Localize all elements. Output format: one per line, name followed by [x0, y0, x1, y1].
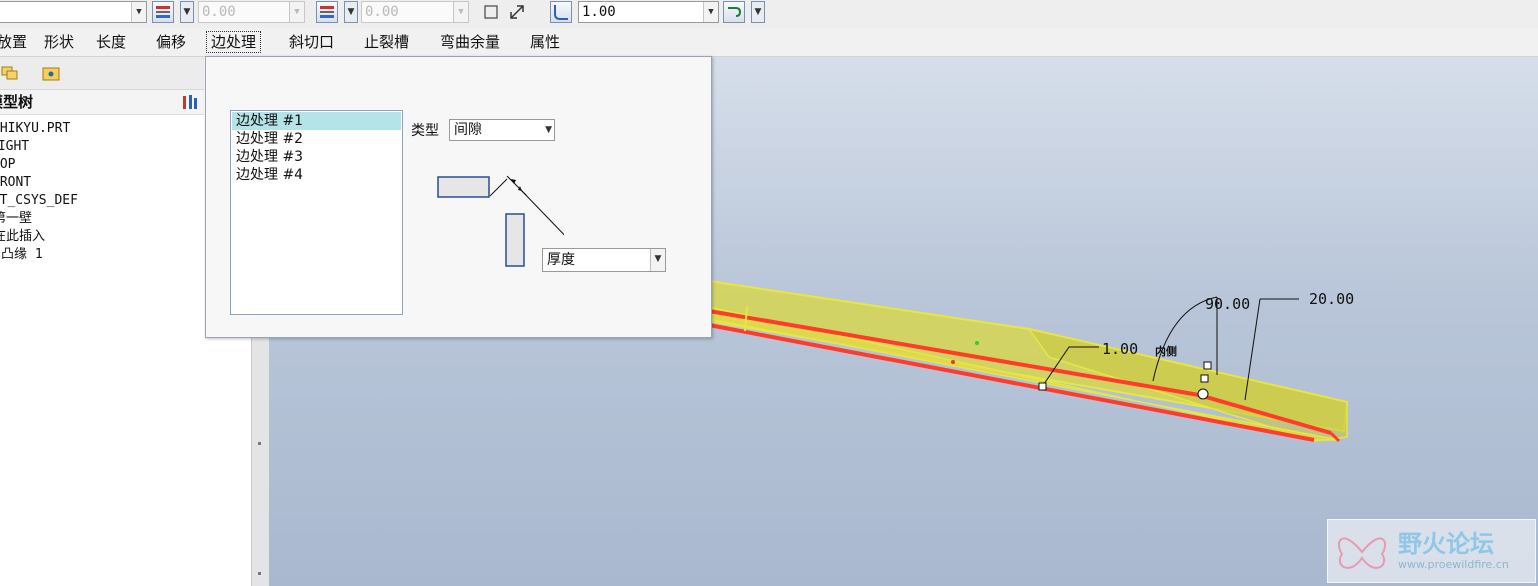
folder-browser-icon[interactable]	[41, 64, 61, 82]
chevron-down-icon[interactable]: ▼	[453, 2, 468, 22]
edge-treatment-list[interactable]: 边处理 #1 边处理 #2 边处理 #3 边处理 #4	[230, 110, 403, 315]
length-type-button[interactable]	[316, 1, 338, 23]
offset-value-1[interactable]: 0.00 ▼	[198, 1, 305, 23]
offset-value-2[interactable]: 0.00 ▼	[361, 1, 469, 23]
thickness-select[interactable]: 厚度 ▼	[542, 248, 666, 272]
bend-side-button[interactable]	[723, 1, 745, 23]
length-type-icon	[320, 6, 334, 18]
tab-miter-cut[interactable]: 斜切口	[289, 32, 334, 52]
tree-item-csys[interactable]: PRT_CSYS_DEF	[0, 192, 78, 210]
tab-length[interactable]: 长度	[96, 32, 126, 52]
tree-settings-icon[interactable]	[180, 92, 200, 119]
square-outline-icon	[484, 5, 498, 19]
layers-icon[interactable]	[0, 64, 20, 82]
tab-shape[interactable]: 形状	[44, 32, 74, 52]
edge-treatment-panel: 边处理 #1 边处理 #2 边处理 #3 边处理 #4 类型 间隙 ▼ 厚度 ▼	[205, 56, 712, 338]
offset-type-dropdown[interactable]: ▼	[180, 1, 194, 23]
chevron-down-icon[interactable]: ▼	[131, 2, 146, 22]
thickness-select-value: 厚度	[547, 252, 575, 268]
dim-thickness[interactable]: 1.00	[1102, 340, 1138, 358]
tree-item-first-wall[interactable]: 第一壁	[0, 210, 32, 228]
watermark-title: 野火论坛	[1398, 530, 1494, 558]
flip-direction-button[interactable]	[506, 1, 528, 23]
tree-item-front[interactable]: FRONT	[0, 174, 31, 192]
tree-item-flange[interactable]: 凸缘 1	[1, 246, 43, 264]
offset-value-1-text: 0.00	[202, 4, 236, 20]
tab-offset[interactable]: 偏移	[156, 32, 186, 52]
model-tree-title: 模型树	[0, 93, 34, 111]
chevron-down-icon[interactable]: ▼	[650, 249, 665, 271]
offset-type-icon	[156, 6, 170, 18]
tab-properties[interactable]: 属性	[530, 32, 560, 52]
type-label: 类型	[411, 123, 439, 139]
chevron-down-icon[interactable]: ▼	[545, 120, 552, 140]
radius-value-text: 1.00	[582, 4, 616, 20]
dashboard-tabs: 放置 形状 长度 偏移 边处理 斜切口 止裂槽 弯曲余量 属性	[0, 28, 1538, 57]
tree-item-right[interactable]: RIGHT	[0, 138, 29, 156]
radius-value-combo[interactable]: 1.00 ▼	[578, 1, 719, 23]
thickness-side-button[interactable]	[481, 1, 503, 23]
tab-placement[interactable]: 放置	[0, 32, 27, 52]
model-tree-header: 模型树	[0, 90, 204, 115]
toolbar: ▼ ▼ 0.00 ▼ ▼ 0.00 ▼ 1.00 ▼ ▼	[0, 0, 1538, 28]
list-item[interactable]: 边处理 #4	[234, 166, 305, 184]
chevron-down-icon[interactable]: ▼	[703, 2, 718, 22]
tab-relief[interactable]: 止裂槽	[364, 32, 409, 52]
navigator-tabs	[0, 57, 204, 90]
length-type-dropdown[interactable]: ▼	[344, 1, 358, 23]
tree-item-part[interactable]: WHIKYU.PRT	[0, 120, 70, 138]
tab-bend-allowance[interactable]: 弯曲余量	[440, 32, 500, 52]
watermark: 野火论坛 www.proewildfire.cn	[1327, 519, 1536, 583]
bend-side-icon	[728, 7, 742, 17]
flip-arrows-icon	[510, 5, 524, 19]
offset-value-2-text: 0.00	[365, 4, 399, 20]
type-select[interactable]: 间隙 ▼	[449, 119, 555, 141]
feature-combo[interactable]: ▼	[0, 1, 147, 23]
watermark-url: www.proewildfire.cn	[1398, 558, 1509, 571]
type-select-value: 间隙	[454, 122, 482, 138]
bend-side-dropdown[interactable]: ▼	[751, 1, 765, 23]
offset-type-button[interactable]	[152, 1, 174, 23]
side-label[interactable]: 内侧	[1155, 343, 1177, 359]
tab-edge-treatment[interactable]: 边处理	[206, 31, 262, 53]
model-tree-panel: 模型树 WHIKYU.PRT RIGHT TOP FRONT PRT_CSYS_…	[0, 57, 204, 586]
list-item[interactable]: 边处理 #1	[232, 112, 401, 130]
bend-radius-icon	[554, 5, 568, 20]
bend-radius-button[interactable]	[550, 1, 572, 23]
tree-item-insert-here[interactable]: 在此插入	[0, 228, 45, 246]
dim-angle[interactable]: 90.00	[1205, 295, 1250, 313]
panel-splitter[interactable]	[251, 300, 271, 586]
list-item[interactable]: 边处理 #3	[234, 148, 305, 166]
list-item[interactable]: 边处理 #2	[234, 130, 305, 148]
chevron-down-icon[interactable]: ▼	[289, 2, 304, 22]
tree-item-top[interactable]: TOP	[0, 156, 15, 174]
butterfly-logo-icon	[1337, 537, 1387, 569]
dim-length[interactable]: 20.00	[1309, 290, 1354, 308]
